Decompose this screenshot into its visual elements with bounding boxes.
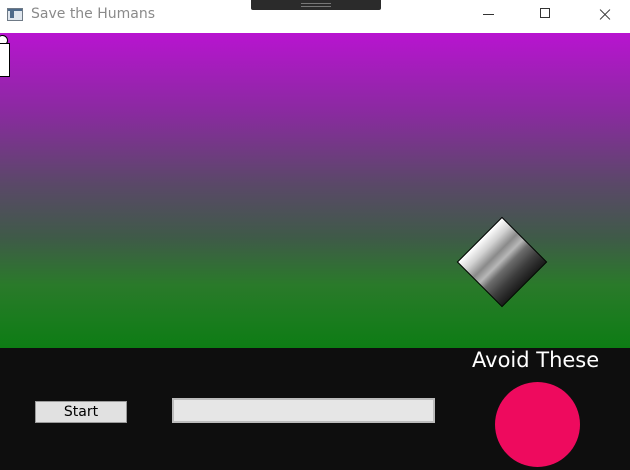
window-title: Save the Humans xyxy=(31,6,156,22)
drag-handle[interactable] xyxy=(251,0,381,10)
human-figure[interactable] xyxy=(0,33,10,77)
start-button[interactable]: Start xyxy=(35,401,127,423)
human-body xyxy=(0,43,10,77)
play-area[interactable] xyxy=(0,33,630,348)
progress-bar xyxy=(172,398,435,423)
app-window-icon xyxy=(7,8,23,21)
close-button[interactable] xyxy=(582,0,628,30)
target-portal[interactable] xyxy=(456,216,548,308)
title-bar: Save the Humans xyxy=(0,0,630,32)
minimize-button[interactable] xyxy=(466,0,512,30)
maximize-button[interactable] xyxy=(523,0,569,30)
enemy-circle xyxy=(495,382,580,467)
avoid-these-label: Avoid These xyxy=(472,348,600,372)
bottom-panel: Start Avoid These xyxy=(0,348,630,470)
